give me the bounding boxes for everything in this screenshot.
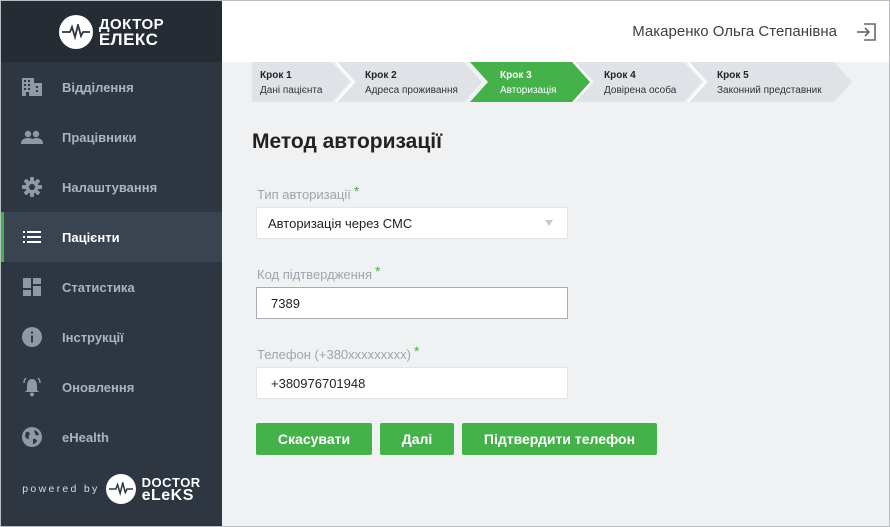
- list-icon: [21, 226, 43, 248]
- sidebar-item-instructions[interactable]: Інструкції: [1, 312, 222, 362]
- logo-heartbeat-icon: [58, 14, 93, 49]
- confirmation-code-input[interactable]: 7389: [256, 287, 568, 319]
- phone-label: Телефон (+380xxxxxxxxx) *: [257, 343, 420, 362]
- required-mark: *: [353, 183, 360, 199]
- sidebar-item-label: Оновлення: [62, 379, 135, 395]
- footer-heartbeat-icon: [105, 474, 136, 504]
- sidebar-item-settings[interactable]: Налаштування: [1, 162, 222, 212]
- chevron-down-icon: [545, 220, 553, 226]
- code-label: Код підтвердження *: [257, 263, 381, 282]
- auth-type-select[interactable]: Авторизація через СМС: [256, 207, 568, 239]
- logo-line2: ЕЛЕКС: [98, 29, 159, 49]
- step-number: Крок 5: [717, 70, 749, 81]
- top-header: Макаренко Ольга Степанівна: [222, 1, 889, 62]
- sidebar-item-ehealth[interactable]: eHealth: [1, 412, 222, 462]
- sidebar-item-label: Статистика: [62, 279, 135, 295]
- step-number: Крок 3: [500, 70, 532, 81]
- sidebar-item-departments[interactable]: Відділення: [1, 62, 222, 112]
- logo[interactable]: ДОКТОР ЕЛЕКС: [1, 1, 222, 62]
- step-name: Дані пацієнта: [260, 85, 323, 96]
- cancel-button[interactable]: Скасувати: [256, 423, 372, 455]
- step-name: Адреса проживання: [365, 85, 458, 96]
- step-number: Крок 1: [260, 70, 292, 81]
- next-button[interactable]: Далі: [380, 423, 454, 455]
- code-value: 7389: [271, 295, 300, 311]
- sidebar-item-statistics[interactable]: Статистика: [1, 262, 222, 312]
- page-title: Метод авторизації: [252, 130, 442, 153]
- sidebar-item-label: Працівники: [62, 129, 137, 145]
- building-icon: [21, 76, 43, 98]
- logout-icon[interactable]: [855, 21, 877, 43]
- step-4[interactable]: Крок 4 Довірена особа: [574, 62, 702, 102]
- user-name[interactable]: Макаренко Ольга Степанівна: [632, 23, 837, 40]
- sidebar-item-label: Інструкції: [62, 329, 124, 345]
- bell-icon: [21, 376, 43, 398]
- sidebar-item-label: eHealth: [62, 429, 109, 445]
- info-icon: [21, 326, 43, 348]
- auth-type-label: Тип авторизації *: [257, 183, 360, 202]
- wizard-steps: Крок 1 Дані пацієнта Крок 2 Адреса прожива…: [252, 62, 862, 102]
- step-2[interactable]: Крок 2 Адреса проживання: [336, 62, 482, 102]
- step-3[interactable]: Крок 3 Авторизація: [470, 62, 590, 102]
- sidebar-item-label: Пацієнти: [62, 229, 120, 245]
- step-5[interactable]: Крок 5 Законний представник: [688, 62, 852, 102]
- logo-text: ДОКТОР ЕЛЕКС: [98, 17, 164, 49]
- phone-label-text: Телефон (+380xxxxxxxxx): [257, 347, 411, 362]
- people-icon: [21, 126, 43, 148]
- confirm-phone-button[interactable]: Підтвердити телефон: [462, 423, 657, 455]
- step-number: Крок 2: [365, 70, 397, 81]
- required-mark: *: [413, 343, 420, 359]
- sidebar: ДОКТОР ЕЛЕКС Відділення Працівники Налаш…: [1, 1, 222, 526]
- dashboard-icon: [21, 276, 43, 298]
- sidebar-item-staff[interactable]: Працівники: [1, 112, 222, 162]
- globe-icon: [21, 426, 43, 448]
- sidebar-item-label: Налаштування: [62, 179, 158, 195]
- step-name: Довірена особа: [604, 85, 677, 96]
- required-mark: *: [375, 263, 381, 279]
- sidebar-item-updates[interactable]: Оновлення: [1, 362, 222, 412]
- phone-value: +380976701948: [271, 375, 366, 391]
- sidebar-item-label: Відділення: [62, 79, 134, 95]
- step-number: Крок 4: [604, 70, 636, 81]
- app-window: ДОКТОР ЕЛЕКС Відділення Працівники Налаш…: [0, 0, 890, 527]
- powered-by-text: powered by: [22, 483, 100, 495]
- step-name: Авторизація: [500, 85, 557, 96]
- footer-brand-line2: eLeKS: [141, 487, 194, 504]
- step-name: Законний представник: [717, 85, 822, 96]
- phone-input[interactable]: +380976701948: [256, 367, 568, 399]
- sidebar-item-patients[interactable]: Пацієнти: [1, 212, 222, 262]
- powered-by: powered by DOCTOR eLeKS: [1, 474, 222, 504]
- gear-icon: [21, 176, 43, 198]
- auth-type-label-text: Тип авторизації: [257, 187, 351, 202]
- footer-brand: DOCTOR eLeKS: [141, 476, 201, 504]
- sidebar-nav: Відділення Працівники Налаштування Паціє…: [1, 62, 222, 462]
- auth-type-value: Авторизація через СМС: [268, 215, 413, 231]
- code-label-text: Код підтвердження: [257, 267, 373, 282]
